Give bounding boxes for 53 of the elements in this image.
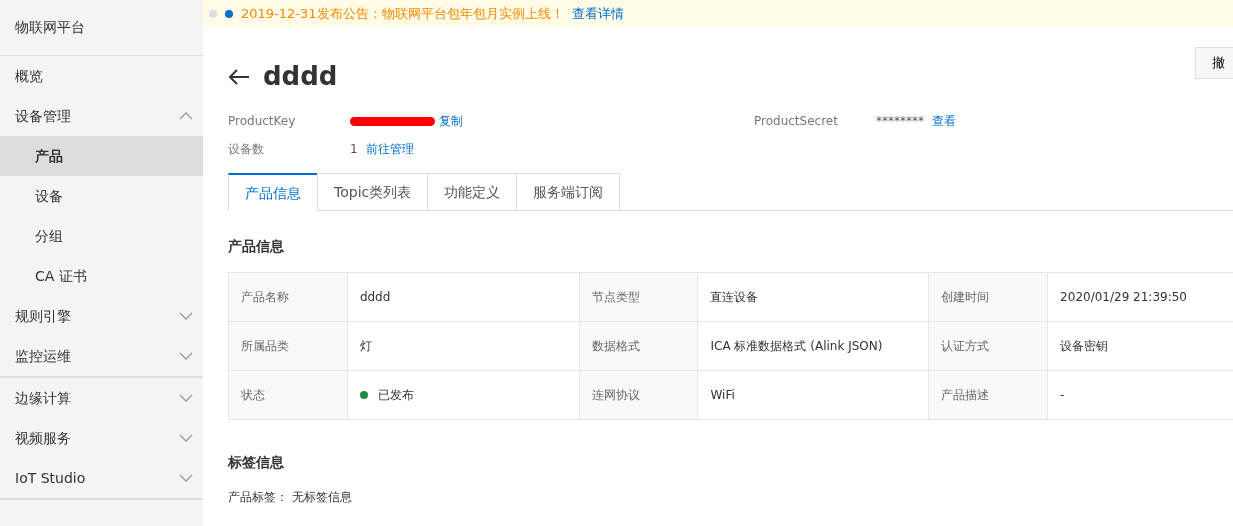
chevron-down-icon: [179, 352, 193, 360]
table-cell: 连网协议: [579, 370, 698, 420]
table-cell: dddd: [347, 272, 580, 322]
page-title: dddd: [263, 61, 338, 93]
table-cell: 产品描述: [928, 370, 1048, 420]
sidebar-item[interactable]: 设备管理: [0, 96, 203, 136]
chevron-down-icon: [179, 312, 193, 320]
status-dot: [209, 9, 217, 18]
field-value: 1: [350, 141, 358, 158]
status-dot: [225, 9, 233, 18]
tag-info: 产品标签： 无标签信息: [228, 489, 353, 506]
sidebar-item[interactable]: 视频服务: [0, 418, 203, 458]
chevron-down-icon: [179, 434, 193, 442]
sidebar-item[interactable]: 监控运维: [0, 336, 203, 376]
back-arrow-icon[interactable]: [228, 69, 250, 85]
table-cell: 节点类型: [579, 272, 698, 322]
table-cell: ICA 标准数据格式 (Alink JSON): [698, 321, 929, 371]
table-cell: 所属品类: [228, 321, 348, 371]
tab[interactable]: 服务端订阅: [516, 173, 621, 210]
table-cell: WiFi: [698, 370, 929, 420]
revoke-button[interactable]: 撤: [1195, 47, 1233, 79]
table-cell: 灯: [347, 321, 580, 371]
sidebar-item[interactable]: 分组: [0, 216, 203, 256]
table-cell: 数据格式: [579, 321, 698, 371]
sidebar-item[interactable]: 产品: [0, 136, 203, 176]
chevron-down-icon: [179, 474, 193, 482]
sidebar-item[interactable]: 设备: [0, 176, 203, 216]
sidebar-item[interactable]: 边缘计算: [0, 378, 203, 418]
field-label: 设备数: [228, 141, 265, 158]
table-cell: 2020/01/29 21:39:50: [1047, 272, 1233, 322]
sidebar-item[interactable]: CA 证书: [0, 256, 203, 296]
action-link[interactable]: 前往管理: [365, 140, 414, 158]
chevron-up-icon: [179, 112, 193, 120]
table-cell: 产品名称: [228, 272, 348, 322]
action-link[interactable]: 查看: [932, 112, 956, 130]
notice-text: 2019-12-31发布公告：物联网平台包年包月实例上线！: [241, 4, 564, 23]
details-link[interactable]: 查看详情: [571, 3, 624, 24]
chevron-down-icon: [179, 394, 193, 402]
sidebar-item[interactable]: 概览: [0, 56, 203, 96]
table-cell: 直连设备: [698, 272, 929, 322]
tab[interactable]: 产品信息: [228, 173, 318, 211]
field-label: ProductKey: [228, 113, 297, 130]
action-link[interactable]: 复制: [439, 112, 463, 130]
status-text: 已发布: [377, 388, 414, 402]
section-title: 标签信息: [228, 453, 285, 472]
section-title: 产品信息: [228, 237, 285, 256]
table-cell: 状态: [228, 370, 348, 420]
table-cell: 创建时间: [928, 272, 1048, 322]
table-cell: 认证方式: [928, 321, 1048, 371]
sidebar-item[interactable]: 规则引擎: [0, 296, 203, 336]
field-value: ********: [876, 113, 924, 130]
field-label: ProductSecret: [754, 113, 839, 130]
sidebar-item[interactable]: IoT Studio: [0, 458, 203, 498]
